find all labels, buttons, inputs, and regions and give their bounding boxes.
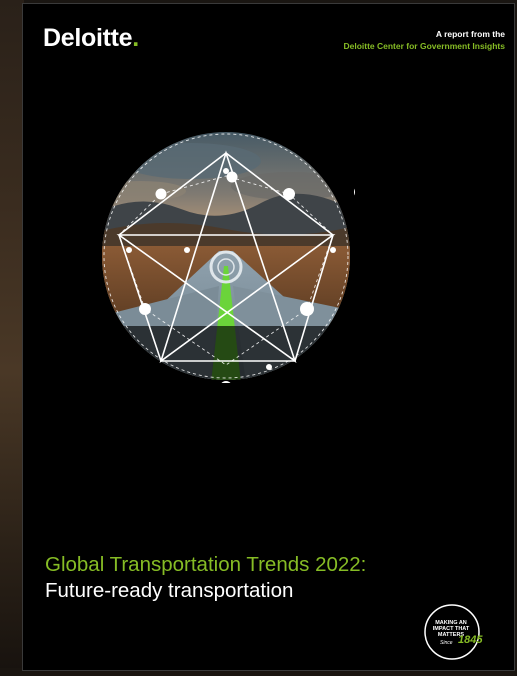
report-attribution: A report from the Deloitte Center for Go… [343, 28, 505, 52]
badge-year: 1845 [458, 634, 483, 646]
deloitte-logo: Deloitte. [43, 24, 139, 53]
report-cover: Deloitte. A report from the Deloitte Cen… [22, 3, 515, 671]
title-line-1: Global Transportation Trends 2022: [45, 553, 367, 576]
title-line-2: Future-ready transportation [45, 579, 294, 602]
report-center-name: Deloitte Center for Government Insights [343, 41, 505, 51]
report-title: Global Transportation Trends 2022: Futur… [45, 552, 366, 604]
logo-dot: . [132, 24, 139, 52]
report-from-label: A report from the [435, 29, 505, 39]
background-photo-edge [0, 0, 24, 676]
logo-wordmark: Deloitte [43, 24, 133, 52]
road-pentagram-illustration [102, 132, 355, 383]
badge-since: Since [440, 640, 453, 646]
